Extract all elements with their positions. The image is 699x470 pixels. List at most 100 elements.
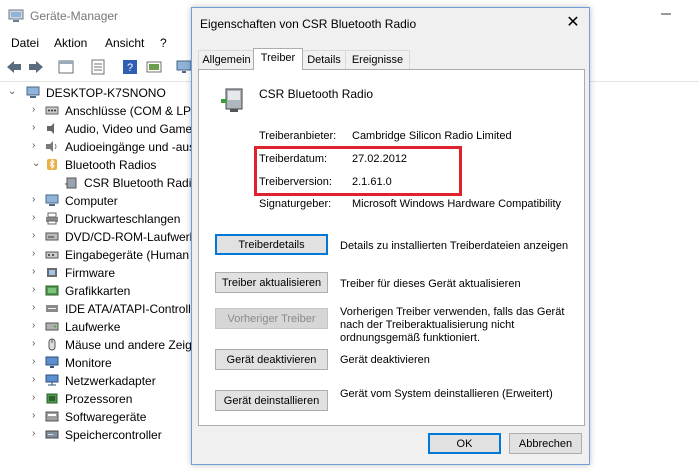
chevron-right-icon[interactable]: › <box>32 123 41 133</box>
menu-ansicht[interactable]: Ansicht <box>105 36 144 50</box>
tree-item[interactable]: › Druckwarteschlangen <box>0 210 195 228</box>
chevron-right-icon[interactable]: › <box>32 393 41 403</box>
speaker-icon <box>46 141 57 152</box>
firmware-icon <box>47 268 57 277</box>
tree-item[interactable]: › Eingabegeräte (Human Interface Devices… <box>0 246 289 264</box>
info-value-signer: Microsoft Windows Hardware Compatibility <box>352 198 562 210</box>
chevron-right-icon[interactable]: › <box>32 105 41 115</box>
device-manager-icon <box>8 9 24 22</box>
chevron-right-icon[interactable]: › <box>32 195 41 205</box>
tree-item[interactable]: ⌄ Bluetooth Radios <box>0 156 195 174</box>
chevron-right-icon[interactable]: › <box>32 339 41 349</box>
tab-allgemein[interactable]: Allgemein <box>198 50 255 69</box>
computer-root-icon <box>26 86 40 98</box>
tree-label: Firmware <box>65 266 115 280</box>
forward-arrow-icon[interactable] <box>28 59 44 75</box>
tab-ereignisse[interactable]: Ereignisse <box>345 50 410 69</box>
tree-item[interactable]: › Prozessoren <box>0 390 195 408</box>
dm-window-title: Geräte-Manager <box>30 9 119 23</box>
back-arrow-icon[interactable] <box>6 59 22 75</box>
ide-icon <box>46 305 58 312</box>
tree-item-selected-device[interactable]: CSR Bluetooth Radio <box>0 174 199 192</box>
tab-bar: Allgemein Treiber Details Ereignisse <box>198 48 583 70</box>
chevron-down-icon[interactable]: ⌄ <box>32 159 41 169</box>
menu-help[interactable]: ? <box>160 36 167 50</box>
hid-icon <box>45 251 59 259</box>
uninstall-device-button[interactable]: Gerät deinstallieren <box>215 390 328 411</box>
properties-dialog: Eigenschaften von CSR Bluetooth Radio ✕ … <box>191 7 590 465</box>
chevron-right-icon[interactable]: › <box>32 411 41 421</box>
device-name: CSR Bluetooth Radio <box>259 87 374 101</box>
display-adapter-icon <box>45 285 59 296</box>
action-description: Vorherigen Treiber verwenden, falls das … <box>340 306 565 344</box>
chevron-down-icon[interactable]: ⌄ <box>8 87 17 97</box>
tree-item[interactable]: › Laufwerke <box>0 318 195 336</box>
device-tree: ⌄ DESKTOP-K7SNONO › Anschlüsse (COM & LP… <box>0 84 289 470</box>
close-icon[interactable]: ✕ <box>564 14 582 32</box>
tree-label: Monitore <box>65 356 112 370</box>
tree-label: Druckwarteschlangen <box>65 212 181 226</box>
software-device-icon <box>45 411 59 422</box>
tree-item-root[interactable]: ⌄ DESKTOP-K7SNONO <box>0 84 195 102</box>
tree-item[interactable]: › Grafikkarten <box>0 282 195 300</box>
tree-label: IDE ATA/ATAPI-Controller <box>65 302 202 316</box>
chevron-right-icon[interactable]: › <box>32 249 41 259</box>
tree-label: CSR Bluetooth Radio <box>84 176 199 190</box>
chevron-right-icon[interactable]: › <box>32 375 41 385</box>
tree-item[interactable]: › Firmware <box>0 264 195 282</box>
chevron-right-icon[interactable]: › <box>32 231 41 241</box>
info-label-provider: Treiberanbieter: <box>259 130 337 142</box>
tree-item[interactable]: › DVD/CD-ROM-Laufwerke <box>0 228 202 246</box>
view-list-icon[interactable] <box>90 59 106 75</box>
properties-pane-icon[interactable] <box>58 59 74 75</box>
chevron-right-icon[interactable]: › <box>32 267 41 277</box>
tree-item[interactable]: › Audioeingänge und -ausgänge <box>0 138 228 156</box>
chevron-right-icon[interactable]: › <box>32 429 41 439</box>
scan-hardware-icon[interactable] <box>146 59 162 75</box>
bluetooth-device-icon <box>65 177 77 189</box>
chevron-right-icon[interactable]: › <box>32 141 41 151</box>
chevron-right-icon[interactable]: › <box>32 321 41 331</box>
minimize-icon[interactable] <box>660 8 672 20</box>
info-value-provider: Cambridge Silicon Radio Limited <box>352 130 512 142</box>
mouse-icon <box>48 338 56 351</box>
tree-label: Netzwerkadapter <box>65 374 156 388</box>
action-description: Gerät deaktivieren <box>340 354 430 366</box>
monitor-toolbar-icon[interactable] <box>176 59 192 75</box>
ok-button[interactable]: OK <box>428 433 501 454</box>
chevron-right-icon[interactable]: › <box>32 213 41 223</box>
tree-item[interactable]: › Audio, Video und Gamecontroller <box>0 120 242 138</box>
tree-item[interactable]: › Computer <box>0 192 195 210</box>
tree-label: Computer <box>65 194 118 208</box>
tree-label: Softwaregeräte <box>65 410 147 424</box>
svg-text:?: ? <box>127 62 133 74</box>
update-driver-button[interactable]: Treiber aktualisieren <box>215 272 328 293</box>
info-label-signer: Signaturgeber: <box>259 198 332 210</box>
dialog-title: Eigenschaften von CSR Bluetooth Radio <box>200 17 417 31</box>
tree-item[interactable]: › Softwaregeräte <box>0 408 195 426</box>
driver-details-button[interactable]: Treiberdetails <box>215 234 328 255</box>
tree-item[interactable]: › Anschlüsse (COM & LPT) <box>0 102 202 120</box>
disk-icon <box>45 322 59 331</box>
disable-device-button[interactable]: Gerät deaktivieren <box>215 349 328 370</box>
tree-label: Grafikkarten <box>65 284 131 298</box>
tree-item[interactable]: › Mäuse und andere Zeigegeräte <box>0 336 232 354</box>
tree-item[interactable]: › Netzwerkadapter <box>0 372 195 390</box>
tree-item[interactable]: › Speichercontroller <box>0 426 195 444</box>
chevron-right-icon[interactable]: › <box>32 285 41 295</box>
chevron-right-icon[interactable]: › <box>32 357 41 367</box>
tab-treiber[interactable]: Treiber <box>253 48 303 70</box>
tree-label: Prozessoren <box>65 392 133 406</box>
help-icon[interactable]: ? <box>122 59 138 75</box>
tree-item[interactable]: › IDE ATA/ATAPI-Controller <box>0 300 201 318</box>
menu-aktion[interactable]: Aktion <box>54 36 87 50</box>
tree-item[interactable]: › Monitore <box>0 354 195 372</box>
cpu-icon <box>46 393 58 404</box>
tree-label: DESKTOP-K7SNONO <box>46 86 166 100</box>
menu-datei[interactable]: Datei <box>11 36 39 50</box>
printer-icon <box>46 212 58 225</box>
tab-details[interactable]: Details <box>301 50 347 69</box>
cancel-button[interactable]: Abbrechen <box>509 433 582 454</box>
tree-label: Speichercontroller <box>65 428 162 442</box>
chevron-right-icon[interactable]: › <box>32 303 41 313</box>
